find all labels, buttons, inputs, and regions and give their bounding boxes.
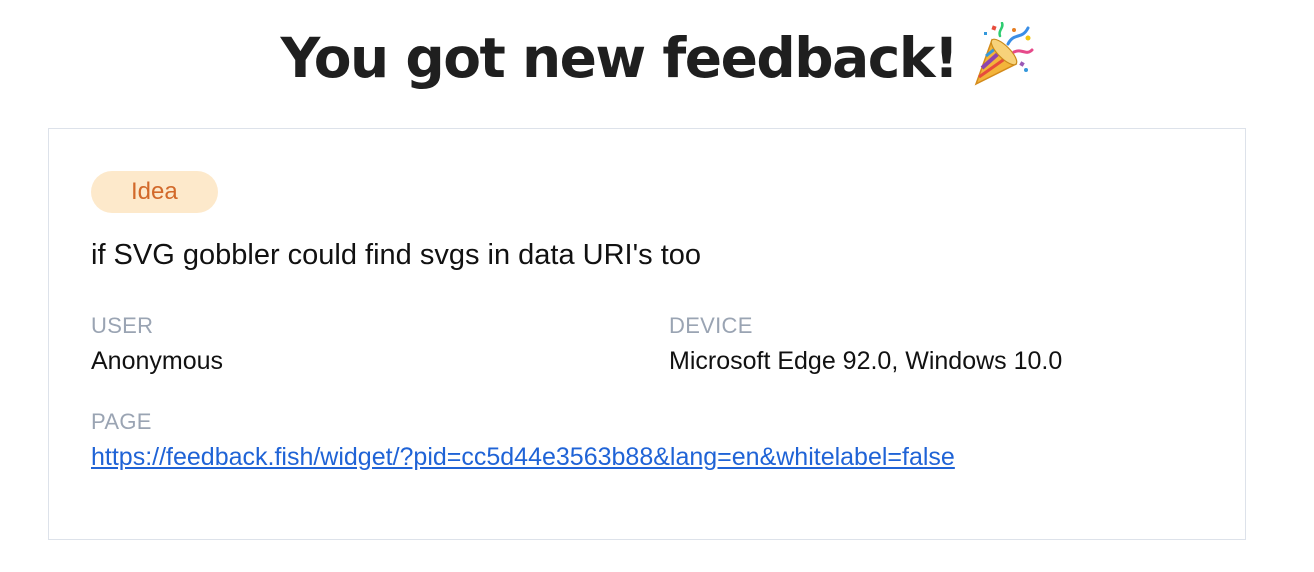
page-label: PAGE [91,409,152,434]
user-value: Anonymous [91,347,224,375]
device-label: DEVICE [669,313,753,338]
party-popper-icon [970,21,1034,88]
feedback-card: Idea if SVG gobbler could find svgs in d… [48,128,1246,540]
user-label: USER [91,313,154,338]
page-url-link[interactable]: https://feedback.fish/widget/?pid=cc5d44… [91,443,955,472]
email-header: You got new feedback! [0,18,1314,98]
device-value: Microsoft Edge 92.0, Windows 10.0 [669,347,1063,375]
category-badge: Idea [91,171,218,213]
page-title: You got new feedback! [280,26,959,90]
feedback-message: if SVG gobbler could find svgs in data U… [91,239,702,271]
